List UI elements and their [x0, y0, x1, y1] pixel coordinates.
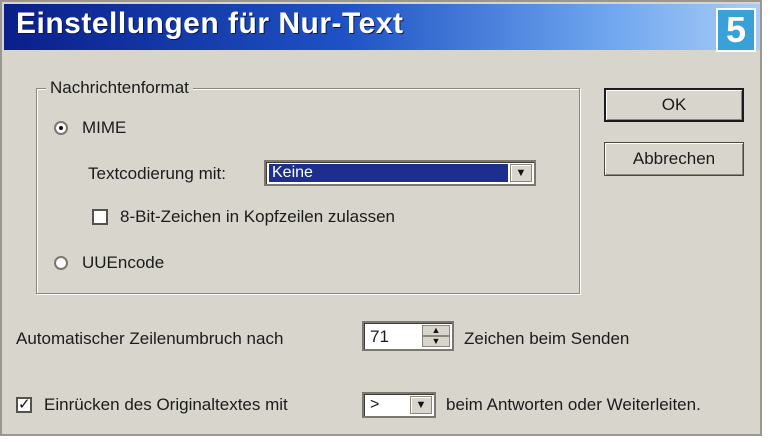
uuencode-label[interactable]: UUEncode: [82, 253, 164, 273]
step-badge: 5: [716, 8, 756, 52]
wrap-suffix: Zeichen beim Senden: [464, 329, 630, 348]
encoding-label: Textcodierung mit:: [88, 164, 226, 183]
wrap-stepper[interactable]: 71 ▲ ▼: [362, 321, 454, 351]
group-legend: Nachrichtenformat: [46, 78, 193, 98]
radio-selected-dot: [59, 126, 63, 130]
check-icon: ✓: [18, 396, 31, 413]
chevron-down-icon[interactable]: ▼: [510, 164, 532, 182]
cancel-button[interactable]: Abbrechen: [604, 142, 744, 176]
arrow-down-icon[interactable]: ▼: [422, 336, 450, 347]
allow-8bit-label[interactable]: 8-Bit-Zeichen in Kopfzeilen zulassen: [120, 207, 395, 227]
indent-char-select[interactable]: > ▼: [362, 392, 436, 418]
allow-8bit-checkbox[interactable]: [92, 209, 108, 225]
indent-checkbox[interactable]: ✓: [16, 397, 32, 413]
wrap-label: Automatischer Zeilenumbruch nach: [16, 329, 284, 348]
ok-button[interactable]: OK: [604, 88, 744, 122]
settings-dialog: Einstellungen für Nur-Text 5 Nachrichten…: [0, 0, 762, 436]
wrap-value[interactable]: 71: [370, 327, 389, 347]
uuencode-radio[interactable]: [54, 256, 68, 270]
indent-suffix: beim Antworten oder Weiterleiten.: [446, 395, 701, 414]
mime-label[interactable]: MIME: [82, 118, 126, 138]
encoding-select[interactable]: Keine ▼: [264, 160, 536, 186]
encoding-value: Keine: [269, 164, 508, 182]
mime-radio[interactable]: [54, 121, 68, 135]
indent-label: Einrücken des Originaltextes mit: [44, 395, 288, 414]
title-bar[interactable]: Einstellungen für Nur-Text 5: [4, 4, 760, 52]
dialog-title: Einstellungen für Nur-Text: [16, 7, 404, 40]
indent-char-value: >: [370, 396, 380, 413]
arrow-up-icon[interactable]: ▲: [422, 325, 450, 336]
chevron-down-icon[interactable]: ▼: [410, 396, 432, 414]
